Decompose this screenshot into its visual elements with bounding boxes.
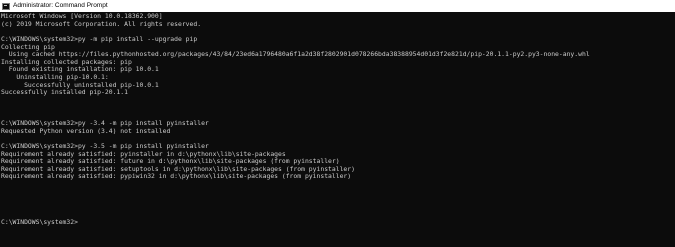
console-line: Requested Python version (3.4) not insta…: [1, 126, 171, 135]
console-line: Requirement already satisfied: pypiwin32…: [1, 172, 352, 181]
command-prompt-window: Administrator: Command Prompt Microsoft …: [0, 0, 675, 247]
cmd-icon: [2, 2, 10, 10]
title-bar[interactable]: Administrator: Command Prompt: [0, 0, 675, 12]
console-line: Successfully installed pip-20.1.1: [1, 88, 128, 97]
console-line: C:\WINDOWS\system32>: [1, 218, 78, 227]
console-line: C:\WINDOWS\system32>py -m pip install --…: [1, 34, 198, 43]
window-title: Administrator: Command Prompt: [13, 2, 108, 9]
console-line: (c) 2019 Microsoft Corporation. All righ…: [1, 19, 202, 28]
console-output[interactable]: Microsoft Windows [Version 10.0.18362.90…: [0, 13, 675, 247]
